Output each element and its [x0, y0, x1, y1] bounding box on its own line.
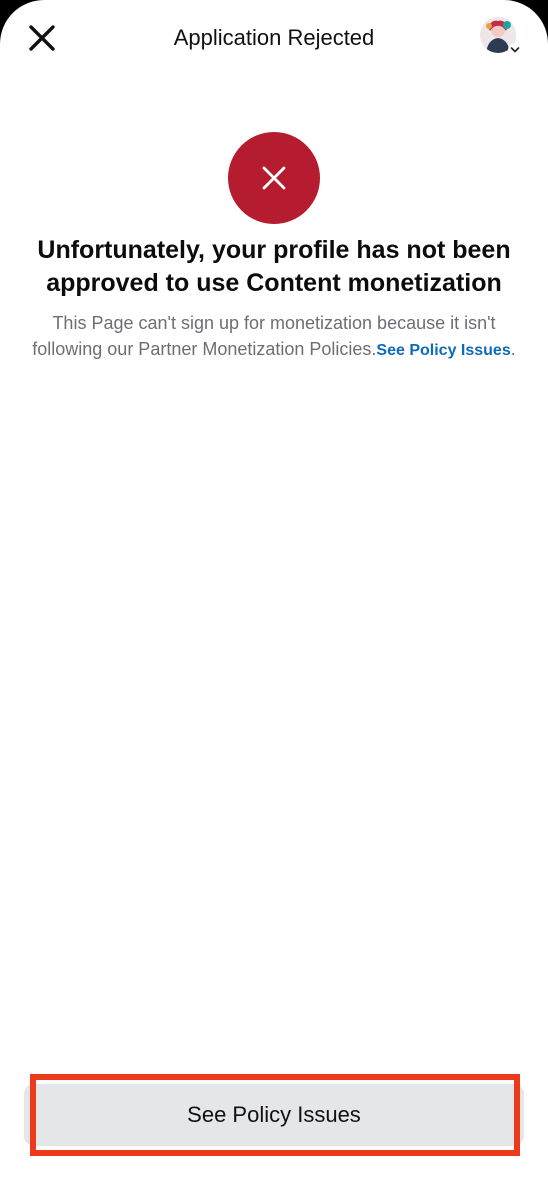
see-policy-issues-link[interactable]: See Policy Issues: [376, 342, 510, 359]
x-icon: [262, 166, 286, 190]
page-title: Application Rejected: [173, 25, 375, 50]
close-button[interactable]: [22, 18, 62, 58]
profile-switcher[interactable]: [480, 17, 522, 57]
header-bar: Application Rejected: [0, 0, 548, 76]
close-icon: [29, 25, 55, 51]
see-policy-issues-button[interactable]: See Policy Issues: [24, 1084, 524, 1146]
avatar-chevron: [508, 43, 522, 57]
application-rejected-screen: Application Rejected Unfortunately, your…: [0, 0, 548, 1200]
rejection-description: This Page can't sign up for monetization…: [30, 310, 518, 364]
description-period: .: [510, 339, 516, 359]
chevron-down-icon: [510, 47, 520, 53]
rejected-status-badge: [228, 132, 320, 224]
rejection-headline: Unfortunately, your profile has not been…: [37, 236, 511, 297]
